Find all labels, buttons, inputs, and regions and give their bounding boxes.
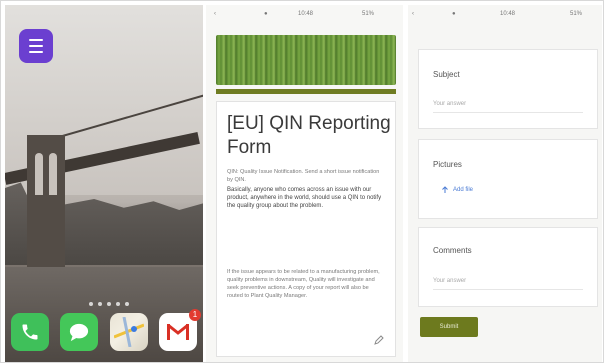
form-intro-text: If the issue appears to be related to a … xyxy=(227,269,380,299)
pencil-icon[interactable] xyxy=(373,334,385,346)
screenshot-frame: 1 ‹ ● 10:48 51% [EU] QIN Reporting Form … xyxy=(0,0,604,363)
comments-question-card: Comments Your answer xyxy=(418,227,598,307)
wallpaper-bridge-tower xyxy=(27,135,65,285)
phone-icon xyxy=(22,324,38,340)
form-intro-text: QIN: Quality Issue Notification. Send a … xyxy=(227,169,380,183)
phone-app-icon[interactable] xyxy=(11,313,49,351)
submit-button[interactable]: Submit xyxy=(420,317,478,337)
comments-input-underline xyxy=(433,289,583,290)
subject-input[interactable]: Your answer xyxy=(433,101,466,107)
header-banner-image xyxy=(216,35,396,85)
form-intro-text: Basically, anyone who comes across an is… xyxy=(227,187,382,209)
pictures-label: Pictures xyxy=(433,160,462,169)
comments-label: Comments xyxy=(433,246,472,255)
form-intro-screen: ‹ ● 10:48 51% [EU] QIN Reporting Form QI… xyxy=(206,5,403,362)
gmail-app-icon[interactable]: 1 xyxy=(158,309,201,351)
add-file-button[interactable]: Add file xyxy=(441,186,473,194)
back-chevron-icon[interactable]: ‹ xyxy=(214,11,216,17)
wifi-icon: ● xyxy=(264,11,268,17)
comments-input[interactable]: Your answer xyxy=(433,278,466,284)
forms-app-icon[interactable] xyxy=(19,29,53,63)
maps-app-icon[interactable] xyxy=(109,313,148,351)
notification-badge: 1 xyxy=(188,309,201,321)
battery-level: 51% xyxy=(362,11,375,17)
pictures-question-card: Pictures Add file xyxy=(418,139,598,219)
wifi-icon: ● xyxy=(452,11,456,17)
page-indicator[interactable] xyxy=(89,302,129,306)
form-fields-screen: ‹ ● 10:48 51% Subject Your answer Pictur… xyxy=(408,5,602,362)
add-file-label: Add file xyxy=(453,187,474,193)
speech-bubble-icon xyxy=(70,323,89,342)
subject-label: Subject xyxy=(433,70,460,79)
form-title: [EU] QIN Reporting Form xyxy=(227,113,391,158)
messages-app-icon[interactable] xyxy=(60,313,99,351)
status-bar: ‹ ● 10:48 51% xyxy=(412,11,598,23)
form-description-card: [EU] QIN Reporting Form QIN: Quality Iss… xyxy=(216,101,396,357)
status-time: 10:48 xyxy=(298,11,314,17)
gmail-icon xyxy=(166,323,189,340)
battery-level: 51% xyxy=(570,11,583,17)
subject-question-card: Subject Your answer xyxy=(418,49,598,129)
upload-icon xyxy=(442,186,448,193)
map-icon xyxy=(113,317,144,347)
status-bar: ‹ ● 10:48 51% xyxy=(212,11,397,23)
home-screen: 1 xyxy=(5,5,203,362)
header-accent-strip xyxy=(216,89,396,94)
status-time: 10:48 xyxy=(500,11,516,17)
dock: 1 xyxy=(11,309,201,357)
list-icon xyxy=(29,39,43,53)
subject-input-underline xyxy=(433,112,583,113)
back-chevron-icon[interactable]: ‹ xyxy=(412,11,414,17)
